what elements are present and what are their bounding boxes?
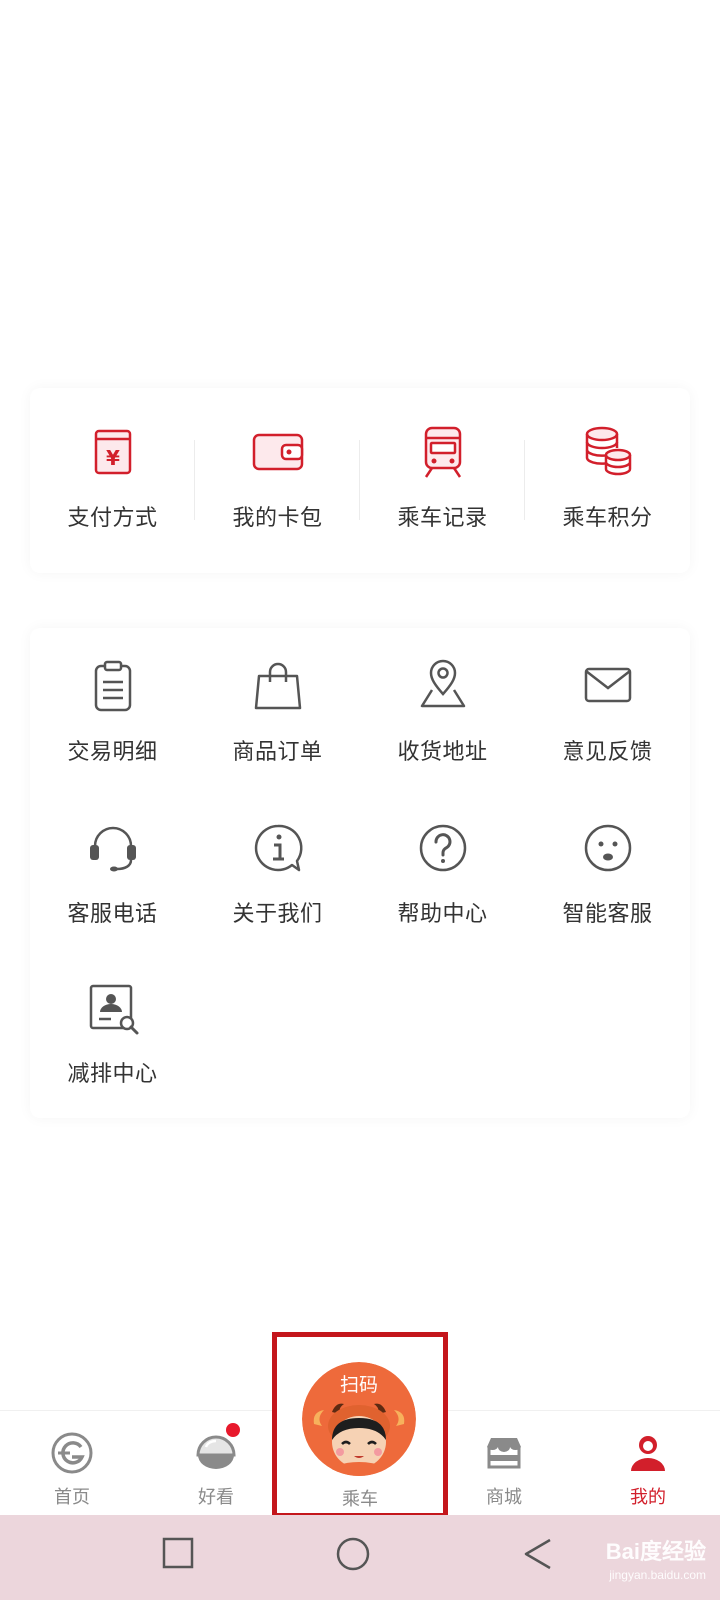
tab-mall[interactable]: 商城 [432, 1411, 576, 1516]
smart-service-item[interactable]: 智能客服 [525, 818, 690, 928]
my-cards-label: 我的卡包 [232, 505, 323, 530]
ride-points-label: 乘车积分 [562, 505, 653, 530]
tab-mall-label: 商城 [486, 1487, 522, 1507]
tab-home[interactable]: 首页 [0, 1411, 144, 1516]
scan-qr-button[interactable]: 扫码 [302, 1362, 416, 1476]
my-cards-item[interactable]: 我的卡包 [195, 422, 360, 532]
home-logo-icon [51, 1432, 93, 1474]
help-center-label: 帮助中心 [397, 901, 488, 926]
info-bubble-icon [254, 824, 302, 872]
coins-icon [585, 426, 631, 476]
scan-badge-text: 扫码 [339, 1375, 378, 1396]
product-orders-item[interactable]: 商品订单 [195, 656, 360, 766]
envelope-icon [584, 667, 631, 703]
tab-home-label: 首页 [54, 1487, 90, 1507]
emission-center-item[interactable]: 减排中心 [30, 978, 195, 1088]
shipping-address-label: 收货地址 [397, 739, 488, 764]
ride-records-label: 乘车记录 [397, 505, 488, 530]
tab-mine-label: 我的 [630, 1487, 666, 1507]
menu-card: 交易明细 商品订单 收货地址 意见反馈 客服电话 关于我们 帮助中心 智能客服 … [30, 628, 690, 1118]
payment-method-label: 支付方式 [67, 505, 158, 530]
tab-ride-scan[interactable]: 扫码 乘车 [272, 1332, 448, 1518]
home-circle-icon[interactable] [336, 1537, 370, 1571]
product-orders-label: 商品订单 [232, 739, 323, 764]
user-icon [631, 1436, 665, 1471]
help-center-item[interactable]: 帮助中心 [360, 818, 525, 928]
shopping-bag-icon [254, 662, 301, 710]
tab-discover[interactable]: 好看 [144, 1411, 288, 1516]
quick-actions-card: ¥ 支付方式 我的卡包 乘车记录 乘车积分 [30, 388, 690, 573]
about-us-item[interactable]: 关于我们 [195, 818, 360, 928]
service-phone-label: 客服电话 [67, 901, 158, 926]
ride-records-item[interactable]: 乘车记录 [360, 422, 525, 532]
clipboard-icon [94, 660, 131, 712]
store-icon [487, 1438, 521, 1469]
watermark-url: jingyan.baidu.com [609, 1568, 706, 1582]
transaction-details-label: 交易明细 [67, 739, 158, 764]
smart-service-label: 智能客服 [562, 901, 653, 926]
recent-apps-icon[interactable] [162, 1537, 194, 1569]
question-icon [419, 824, 466, 872]
back-triangle-icon[interactable] [522, 1537, 554, 1571]
feedback-item[interactable]: 意见反馈 [525, 656, 690, 766]
profile-search-icon [89, 984, 138, 1035]
emission-center-label: 减排中心 [67, 1061, 158, 1086]
tab-ride-label: 乘车 [342, 1489, 378, 1509]
headset-icon [89, 826, 136, 872]
about-us-label: 关于我们 [232, 901, 323, 926]
ride-points-item[interactable]: 乘车积分 [525, 422, 690, 532]
feedback-label: 意见反馈 [562, 739, 653, 764]
watermark-brand: Bai度经验 [605, 1539, 706, 1564]
svg-text:¥: ¥ [106, 446, 120, 470]
chat-face-icon [584, 824, 631, 872]
bowl-icon [196, 1435, 236, 1469]
notification-dot [226, 1423, 240, 1437]
map-pin-icon [420, 659, 465, 708]
train-icon [424, 426, 461, 478]
tab-discover-label: 好看 [198, 1487, 234, 1507]
wallet-icon [252, 433, 303, 471]
shipping-address-item[interactable]: 收货地址 [360, 656, 525, 766]
baidu-watermark: Bai度经验 jingyan.baidu.com [606, 1534, 706, 1582]
tab-mine[interactable]: 我的 [576, 1411, 720, 1516]
payment-method-item[interactable]: ¥ 支付方式 [30, 422, 195, 532]
transaction-details-item[interactable]: 交易明细 [30, 656, 195, 766]
payment-yen-icon: ¥ [94, 429, 131, 475]
service-phone-item[interactable]: 客服电话 [30, 818, 195, 928]
